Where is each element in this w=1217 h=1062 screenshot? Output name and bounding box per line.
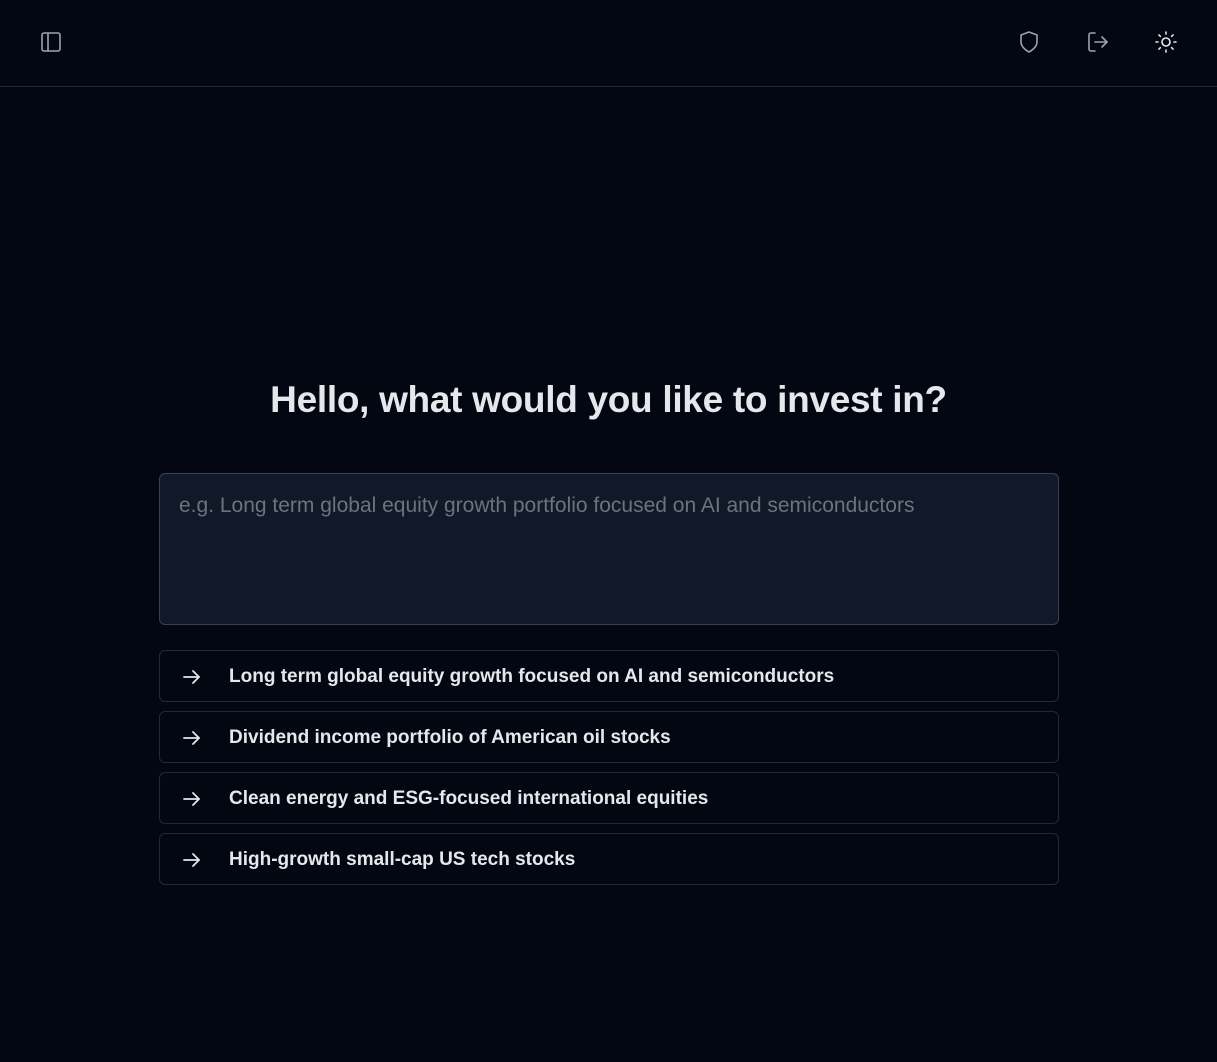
arrow-right-icon — [180, 787, 204, 811]
suggestion-item[interactable]: High-growth small-cap US tech stocks — [159, 833, 1059, 885]
suggestion-label: Dividend income portfolio of American oi… — [229, 727, 671, 748]
suggestion-label: Long term global equity growth focused o… — [229, 666, 835, 687]
arrow-right-icon — [180, 726, 204, 750]
logout-button[interactable] — [1080, 24, 1116, 60]
arrow-right-icon — [180, 848, 204, 872]
suggestion-item[interactable]: Long term global equity growth focused o… — [159, 650, 1059, 702]
shield-icon — [1017, 30, 1041, 54]
prompt-box — [159, 473, 1059, 625]
suggestion-label: High-growth small-cap US tech stocks — [229, 849, 576, 870]
suggestion-item[interactable]: Dividend income portfolio of American oi… — [159, 711, 1059, 763]
sun-icon — [1154, 30, 1178, 54]
investment-prompt-input[interactable] — [179, 492, 1039, 606]
suggestion-list: Long term global equity growth focused o… — [159, 650, 1059, 894]
panel-left-icon — [39, 30, 63, 54]
suggestion-label: Clean energy and ESG-focused internation… — [229, 788, 709, 809]
log-out-icon — [1086, 30, 1110, 54]
suggestion-item[interactable]: Clean energy and ESG-focused internation… — [159, 772, 1059, 824]
sidebar-toggle-button[interactable] — [33, 24, 69, 60]
arrow-right-icon — [180, 665, 204, 689]
top-bar — [0, 0, 1217, 87]
security-button[interactable] — [1011, 24, 1047, 60]
theme-toggle-button[interactable] — [1148, 24, 1184, 60]
page-heading: Hello, what would you like to invest in? — [270, 379, 947, 420]
